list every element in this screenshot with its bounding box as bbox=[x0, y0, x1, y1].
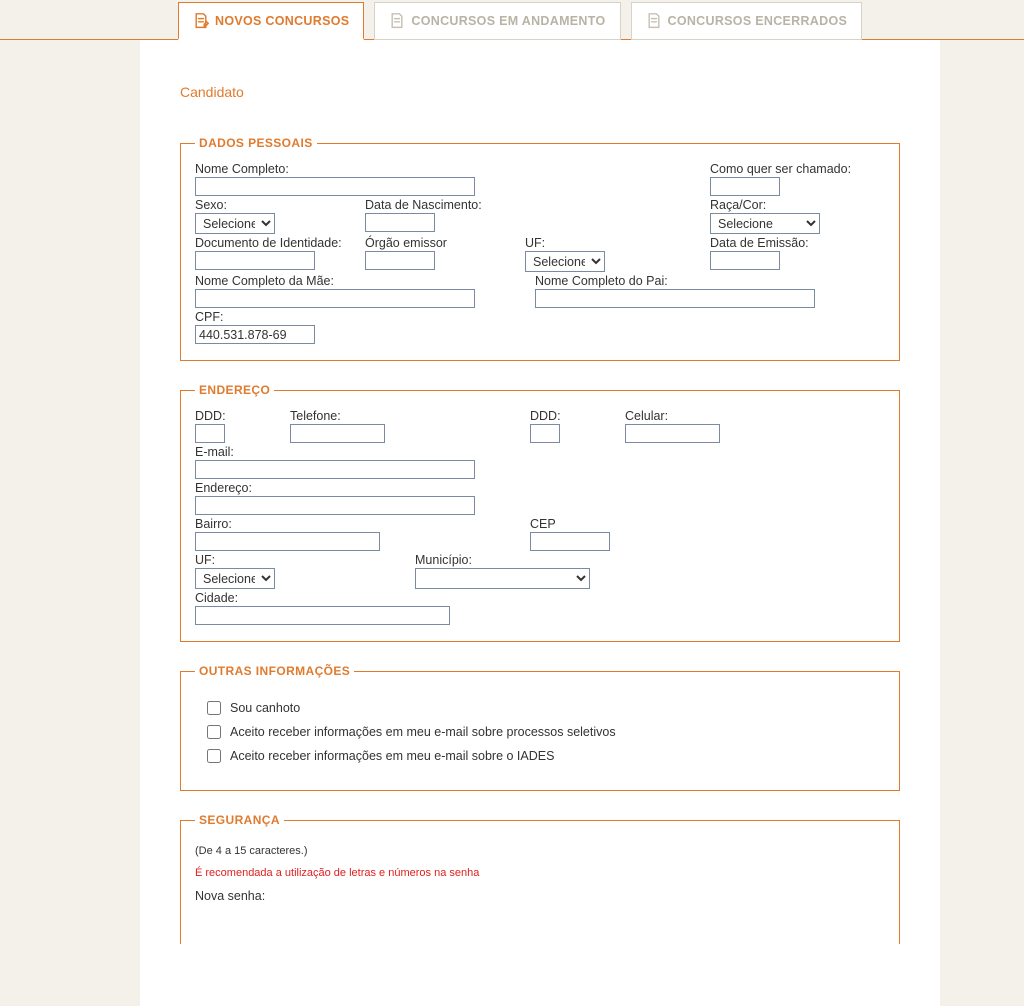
label-nome-mae: Nome Completo da Mãe: bbox=[195, 274, 535, 288]
tab-concursos-andamento[interactable]: CONCURSOS EM ANDAMENTO bbox=[374, 2, 620, 40]
select-uf-doc[interactable]: Selecione bbox=[525, 251, 605, 272]
document-icon bbox=[389, 12, 405, 30]
fieldset-endereco: ENDEREÇO DDD: Telefone: DDD: Celular: E-… bbox=[180, 383, 900, 642]
label-cidade: Cidade: bbox=[195, 591, 450, 605]
checkbox-emails-iades-label: Aceito receber informações em meu e-mail… bbox=[230, 749, 554, 763]
input-apelido[interactable] bbox=[710, 177, 780, 196]
label-cep: CEP bbox=[530, 517, 610, 531]
label-cpf: CPF: bbox=[195, 310, 315, 324]
input-ddd-fixo[interactable] bbox=[195, 424, 225, 443]
tab-label: NOVOS CONCURSOS bbox=[215, 14, 349, 28]
select-municipio[interactable] bbox=[415, 568, 590, 589]
checkbox-emails-iades[interactable] bbox=[207, 749, 221, 763]
label-uf-endereco: UF: bbox=[195, 553, 415, 567]
input-data-nascimento[interactable] bbox=[365, 213, 435, 232]
content-card: Candidato DADOS PESSOAIS Nome Completo: … bbox=[140, 40, 940, 1006]
input-telefone[interactable] bbox=[290, 424, 385, 443]
label-raca: Raça/Cor: bbox=[710, 198, 885, 212]
label-bairro: Bairro: bbox=[195, 517, 530, 531]
checkbox-emails-iades-row[interactable]: Aceito receber informações em meu e-mail… bbox=[203, 746, 877, 766]
input-nome-pai[interactable] bbox=[535, 289, 815, 308]
label-endereco: Endereço: bbox=[195, 481, 475, 495]
text-senha-hint: (De 4 a 15 caracteres.) bbox=[195, 845, 885, 857]
checkbox-emails-processos-label: Aceito receber informações em meu e-mail… bbox=[230, 725, 616, 739]
legend-dados-pessoais: DADOS PESSOAIS bbox=[195, 136, 317, 150]
tab-label: CONCURSOS EM ANDAMENTO bbox=[411, 14, 605, 28]
input-cidade[interactable] bbox=[195, 606, 450, 625]
page-title: Candidato bbox=[180, 84, 900, 100]
label-ddd-fixo: DDD: bbox=[195, 409, 290, 423]
legend-outras: OUTRAS INFORMAÇÕES bbox=[195, 664, 354, 678]
text-senha-warn: É recomendada a utilização de letras e n… bbox=[195, 867, 885, 879]
select-uf-endereco[interactable]: Selecione bbox=[195, 568, 275, 589]
input-doc-identidade[interactable] bbox=[195, 251, 315, 270]
label-ddd-cel: DDD: bbox=[530, 409, 625, 423]
input-cep[interactable] bbox=[530, 532, 610, 551]
label-telefone: Telefone: bbox=[290, 409, 530, 423]
tab-label: CONCURSOS ENCERRADOS bbox=[668, 14, 848, 28]
legend-seguranca: SEGURANÇA bbox=[195, 813, 284, 827]
label-sexo: Sexo: bbox=[195, 198, 365, 212]
fieldset-dados-pessoais: DADOS PESSOAIS Nome Completo: Como quer … bbox=[180, 136, 900, 361]
fieldset-outras: OUTRAS INFORMAÇÕES Sou canhoto Aceito re… bbox=[180, 664, 900, 791]
input-endereco[interactable] bbox=[195, 496, 475, 515]
document-icon bbox=[646, 12, 662, 30]
label-apelido: Como quer ser chamado: bbox=[710, 162, 885, 176]
label-nome: Nome Completo: bbox=[195, 162, 535, 176]
label-nova-senha: Nova senha: bbox=[195, 889, 885, 903]
checkbox-canhoto-label: Sou canhoto bbox=[230, 701, 300, 715]
label-celular: Celular: bbox=[625, 409, 720, 423]
select-sexo[interactable]: Selecione bbox=[195, 213, 275, 234]
input-cpf[interactable] bbox=[195, 325, 315, 344]
input-bairro[interactable] bbox=[195, 532, 380, 551]
legend-endereco: ENDEREÇO bbox=[195, 383, 274, 397]
checkbox-canhoto-row[interactable]: Sou canhoto bbox=[203, 698, 877, 718]
label-data-emissao: Data de Emissão: bbox=[710, 236, 885, 250]
input-nome-completo[interactable] bbox=[195, 177, 475, 196]
input-celular[interactable] bbox=[625, 424, 720, 443]
label-doc-identidade: Documento de Identidade: bbox=[195, 236, 365, 250]
label-uf-doc: UF: bbox=[525, 236, 695, 250]
label-email: E-mail: bbox=[195, 445, 475, 459]
input-ddd-cel[interactable] bbox=[530, 424, 560, 443]
tab-concursos-encerrados[interactable]: CONCURSOS ENCERRADOS bbox=[631, 2, 863, 40]
checkbox-emails-processos-row[interactable]: Aceito receber informações em meu e-mail… bbox=[203, 722, 877, 742]
input-orgao-emissor[interactable] bbox=[365, 251, 435, 270]
tab-novos-concursos[interactable]: NOVOS CONCURSOS bbox=[178, 2, 364, 40]
input-email[interactable] bbox=[195, 460, 475, 479]
input-nome-mae[interactable] bbox=[195, 289, 475, 308]
checkbox-canhoto[interactable] bbox=[207, 701, 221, 715]
select-raca[interactable]: Selecione bbox=[710, 213, 820, 234]
label-data-nascimento: Data de Nascimento: bbox=[365, 198, 525, 212]
document-edit-icon bbox=[193, 12, 209, 30]
checkbox-emails-processos[interactable] bbox=[207, 725, 221, 739]
label-nome-pai: Nome Completo do Pai: bbox=[535, 274, 885, 288]
fieldset-seguranca: SEGURANÇA (De 4 a 15 caracteres.) É reco… bbox=[180, 813, 900, 944]
label-municipio: Município: bbox=[415, 553, 590, 567]
label-orgao-emissor: Órgão emissor bbox=[365, 236, 525, 250]
input-data-emissao[interactable] bbox=[710, 251, 780, 270]
tabs-bar: NOVOS CONCURSOS CONCURSOS EM ANDAMENTO C… bbox=[0, 0, 1024, 40]
